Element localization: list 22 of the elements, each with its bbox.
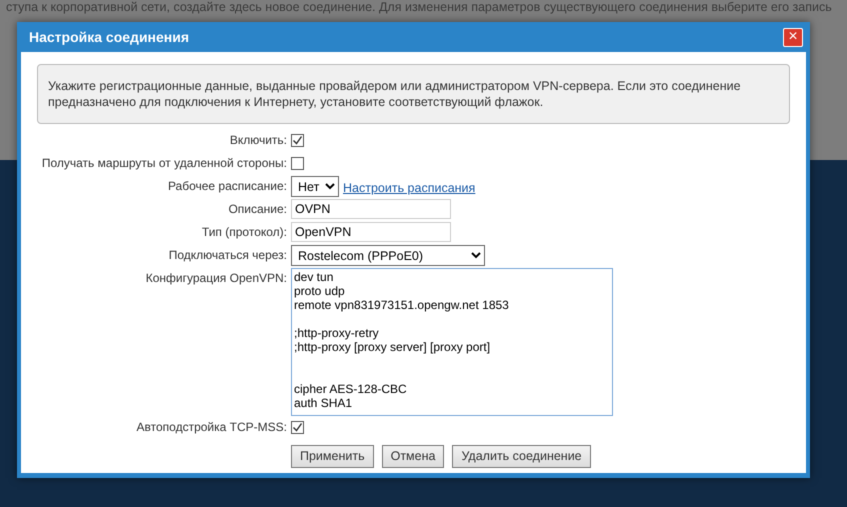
field-label: Рабочее расписание: [166, 178, 287, 194]
config-textarea[interactable]: dev tun proto udp remote vpn831973151.opengw.net 1853 ;http-proxy-retry ;http-proxy [proxy server] [proxy port] cipher AES-128-CBC auth SHA1 [291, 268, 613, 416]
checkbox[interactable] [291, 134, 304, 147]
dialog-button[interactable]: Удалить соединение [452, 445, 591, 468]
field-label: Тип (протокол): [200, 224, 287, 240]
field-label: Конфигурация OpenVPN: [144, 270, 287, 286]
text-field[interactable]: OpenVPN [291, 222, 451, 242]
field-label: Автоподстройка TCP-MSS: [136, 419, 287, 435]
close-button[interactable]: × [783, 28, 803, 46]
text-field[interactable]: OVPN [291, 199, 451, 219]
dialog-button[interactable]: Применить [291, 445, 374, 468]
field-label: Описание: [227, 201, 287, 217]
info-message: Укажите регистрационные данные, выданные провайдером или администратором VPN-сервера. Если это соединение предназначено для подключения к Интернету, установите соответствующий флажок. [37, 64, 790, 124]
dialog-button[interactable]: Отмена [382, 445, 444, 468]
checkbox[interactable] [291, 157, 304, 170]
schedule-link[interactable]: Настроить расписания [343, 176, 476, 198]
checkbox[interactable] [291, 421, 304, 434]
dropdown[interactable]: Rostelecom (PPPoE0) [291, 245, 485, 266]
dropdown[interactable]: Нет [291, 176, 339, 197]
window-title: Настройка соединения [29, 28, 190, 47]
field-label: Подключаться через: [168, 247, 287, 263]
field-label: Включить: [228, 132, 287, 148]
